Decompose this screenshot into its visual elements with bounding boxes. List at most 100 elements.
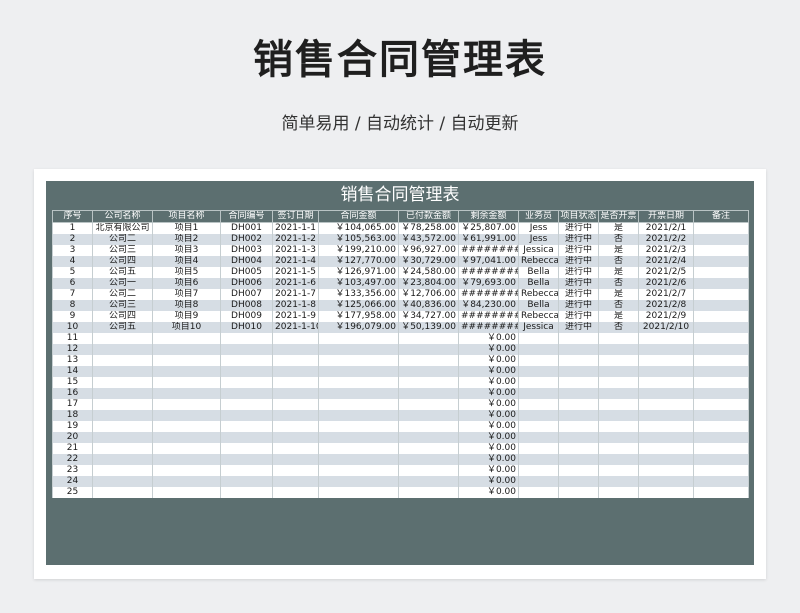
cell-index[interactable]: 6 bbox=[52, 278, 93, 289]
cell-index[interactable]: 8 bbox=[52, 300, 93, 311]
cell-project[interactable] bbox=[152, 333, 221, 344]
cell-index[interactable]: 11 bbox=[52, 333, 93, 344]
cell-company[interactable] bbox=[92, 410, 153, 421]
cell-sign-date[interactable]: 2021-1-4 bbox=[272, 256, 319, 267]
cell-company[interactable] bbox=[92, 465, 153, 476]
cell-sign-date[interactable]: 2021-1-10 bbox=[272, 322, 319, 333]
cell-index[interactable]: 22 bbox=[52, 454, 93, 465]
cell-index[interactable]: 10 bbox=[52, 322, 93, 333]
cell-sign-date[interactable]: 2021-1-6 bbox=[272, 278, 319, 289]
cell-remarks[interactable] bbox=[693, 344, 749, 355]
cell-company[interactable]: 公司四 bbox=[92, 256, 153, 267]
cell-project[interactable] bbox=[152, 410, 221, 421]
cell-index[interactable]: 9 bbox=[52, 311, 93, 322]
cell-index[interactable]: 4 bbox=[52, 256, 93, 267]
cell-remaining-amount[interactable]: ￥84,230.00 bbox=[458, 300, 519, 311]
cell-sign-date[interactable] bbox=[272, 421, 319, 432]
cell-invoice-date[interactable]: 2021/2/3 bbox=[638, 245, 694, 256]
cell-company[interactable]: 公司三 bbox=[92, 300, 153, 311]
cell-invoiced[interactable]: 是 bbox=[598, 245, 639, 256]
cell-index[interactable]: 12 bbox=[52, 344, 93, 355]
cell-invoice-date[interactable]: 2021/2/6 bbox=[638, 278, 694, 289]
cell-contract-no[interactable] bbox=[220, 333, 273, 344]
cell-remarks[interactable] bbox=[693, 443, 749, 454]
cell-invoiced[interactable] bbox=[598, 454, 639, 465]
cell-paid-amount[interactable] bbox=[398, 454, 459, 465]
cell-paid-amount[interactable] bbox=[398, 410, 459, 421]
cell-index[interactable]: 19 bbox=[52, 421, 93, 432]
cell-project[interactable]: 项目3 bbox=[152, 245, 221, 256]
cell-remarks[interactable] bbox=[693, 377, 749, 388]
cell-project[interactable]: 项目10 bbox=[152, 322, 221, 333]
cell-project-status[interactable] bbox=[558, 421, 599, 432]
cell-company[interactable] bbox=[92, 399, 153, 410]
cell-paid-amount[interactable] bbox=[398, 333, 459, 344]
cell-index[interactable]: 7 bbox=[52, 289, 93, 300]
cell-invoice-date[interactable] bbox=[638, 366, 694, 377]
cell-sign-date[interactable] bbox=[272, 454, 319, 465]
cell-company[interactable]: 公司二 bbox=[92, 234, 153, 245]
column-header-contract-amount[interactable]: 合同金额 bbox=[318, 210, 399, 223]
cell-sign-date[interactable] bbox=[272, 388, 319, 399]
cell-index[interactable]: 25 bbox=[52, 487, 93, 498]
cell-remarks[interactable] bbox=[693, 245, 749, 256]
cell-contract-no[interactable] bbox=[220, 366, 273, 377]
cell-contract-amount[interactable] bbox=[318, 432, 399, 443]
cell-contract-amount[interactable] bbox=[318, 399, 399, 410]
cell-project-status[interactable] bbox=[558, 344, 599, 355]
cell-project-status[interactable] bbox=[558, 377, 599, 388]
cell-remaining-amount[interactable]: ########### bbox=[458, 289, 519, 300]
cell-remaining-amount[interactable]: ￥0.00 bbox=[458, 366, 519, 377]
cell-contract-no[interactable]: DH007 bbox=[220, 289, 273, 300]
cell-project-status[interactable] bbox=[558, 388, 599, 399]
cell-company[interactable]: 公司五 bbox=[92, 267, 153, 278]
cell-remarks[interactable] bbox=[693, 278, 749, 289]
cell-paid-amount[interactable]: ￥30,729.00 bbox=[398, 256, 459, 267]
cell-company[interactable] bbox=[92, 421, 153, 432]
cell-salesperson[interactable] bbox=[518, 443, 559, 454]
cell-index[interactable]: 16 bbox=[52, 388, 93, 399]
cell-index[interactable]: 14 bbox=[52, 366, 93, 377]
cell-contract-amount[interactable] bbox=[318, 421, 399, 432]
cell-contract-amount[interactable]: ￥177,958.00 bbox=[318, 311, 399, 322]
cell-project-status[interactable] bbox=[558, 476, 599, 487]
cell-remarks[interactable] bbox=[693, 432, 749, 443]
cell-project[interactable] bbox=[152, 454, 221, 465]
column-header-company[interactable]: 公司名称 bbox=[92, 210, 153, 223]
cell-contract-amount[interactable] bbox=[318, 355, 399, 366]
cell-remaining-amount[interactable]: ￥0.00 bbox=[458, 443, 519, 454]
cell-invoice-date[interactable] bbox=[638, 355, 694, 366]
cell-remaining-amount[interactable]: ￥0.00 bbox=[458, 465, 519, 476]
cell-company[interactable] bbox=[92, 443, 153, 454]
cell-contract-no[interactable]: DH010 bbox=[220, 322, 273, 333]
cell-sign-date[interactable] bbox=[272, 333, 319, 344]
cell-salesperson[interactable] bbox=[518, 421, 559, 432]
cell-project[interactable]: 项目9 bbox=[152, 311, 221, 322]
cell-project[interactable]: 项目8 bbox=[152, 300, 221, 311]
cell-invoice-date[interactable] bbox=[638, 410, 694, 421]
cell-invoiced[interactable]: 否 bbox=[598, 234, 639, 245]
column-header-index[interactable]: 序号 bbox=[52, 210, 93, 223]
cell-invoice-date[interactable] bbox=[638, 344, 694, 355]
cell-project[interactable]: 项目1 bbox=[152, 222, 221, 234]
cell-invoice-date[interactable] bbox=[638, 388, 694, 399]
cell-remaining-amount[interactable]: ￥97,041.00 bbox=[458, 256, 519, 267]
cell-salesperson[interactable] bbox=[518, 399, 559, 410]
cell-invoiced[interactable] bbox=[598, 366, 639, 377]
cell-contract-no[interactable]: DH002 bbox=[220, 234, 273, 245]
cell-invoiced[interactable] bbox=[598, 410, 639, 421]
cell-index[interactable]: 18 bbox=[52, 410, 93, 421]
cell-paid-amount[interactable] bbox=[398, 366, 459, 377]
cell-sign-date[interactable] bbox=[272, 355, 319, 366]
cell-salesperson[interactable]: Jess bbox=[518, 234, 559, 245]
cell-remarks[interactable] bbox=[693, 322, 749, 333]
cell-invoiced[interactable]: 否 bbox=[598, 256, 639, 267]
cell-contract-no[interactable] bbox=[220, 443, 273, 454]
cell-contract-no[interactable] bbox=[220, 432, 273, 443]
cell-invoiced[interactable]: 是 bbox=[598, 267, 639, 278]
cell-company[interactable]: 公司五 bbox=[92, 322, 153, 333]
cell-project[interactable]: 项目5 bbox=[152, 267, 221, 278]
cell-company[interactable] bbox=[92, 487, 153, 498]
cell-invoice-date[interactable]: 2021/2/9 bbox=[638, 311, 694, 322]
cell-contract-no[interactable]: DH001 bbox=[220, 222, 273, 234]
